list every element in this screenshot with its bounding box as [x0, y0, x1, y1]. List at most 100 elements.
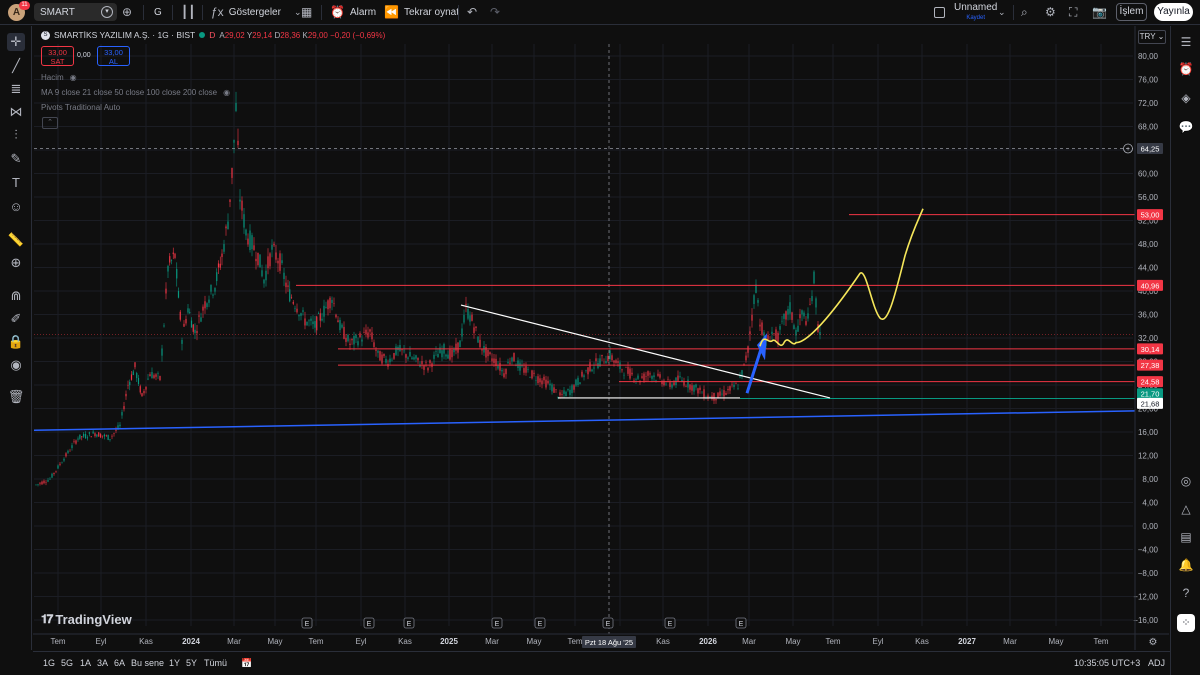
candle-body: [163, 325, 165, 327]
indicator-volume[interactable]: Hacim ◉: [41, 73, 77, 82]
candle-body: [55, 470, 57, 472]
candle-body: [417, 357, 419, 361]
currency-button[interactable]: TRY ⌄: [1138, 30, 1166, 44]
candle-body: [115, 429, 117, 431]
candle-body: [204, 301, 206, 309]
candle-body: [699, 387, 701, 390]
candle-body: [593, 367, 595, 369]
candle-body: [96, 434, 98, 437]
candle-body: [73, 441, 75, 442]
candle-body: [217, 263, 220, 268]
candle-body: [69, 450, 71, 452]
adj-toggle[interactable]: ADJ: [1148, 658, 1165, 668]
candle-body: [329, 297, 331, 309]
candle-body: [136, 373, 138, 379]
candle-body: [537, 376, 539, 384]
candle-body: [621, 369, 623, 371]
sell-price: 33,00: [48, 48, 67, 57]
buy-button[interactable]: 33,00 AL: [97, 46, 130, 66]
candle-body: [627, 366, 629, 374]
candle-body: [157, 373, 159, 374]
candle-body: [601, 354, 603, 357]
candle-body: [137, 377, 140, 385]
candle-body: [317, 313, 320, 315]
candle-body: [691, 385, 693, 391]
candle-body: [327, 300, 329, 310]
price-label: 24,58: [1141, 378, 1160, 387]
candle-body: [563, 390, 565, 394]
candle-body: [349, 343, 351, 345]
candle-body: [785, 311, 787, 320]
date-range-icon[interactable]: 📅: [241, 658, 252, 669]
range-ytd[interactable]: Bu sene: [131, 658, 164, 668]
y-tick-label: 72,00: [1138, 99, 1159, 108]
range-1m[interactable]: 1A: [80, 658, 91, 668]
candle-body: [283, 272, 285, 280]
range-all[interactable]: Tümü: [204, 658, 227, 668]
candle-body: [539, 378, 541, 383]
eye-icon[interactable]: ◉: [223, 88, 230, 97]
range-5d[interactable]: 5G: [61, 658, 73, 668]
candle-body: [333, 303, 335, 304]
candle-body: [701, 392, 703, 394]
range-6m[interactable]: 6A: [114, 658, 125, 668]
range-1d[interactable]: 1G: [43, 658, 55, 668]
sell-button[interactable]: 33,00 SAT: [41, 46, 74, 66]
candle-body: [141, 393, 143, 397]
x-tick-label: Kas: [139, 637, 153, 646]
collapse-legend-button[interactable]: ⌃: [42, 117, 58, 129]
candle-body: [569, 389, 571, 395]
candle-body: [300, 313, 302, 316]
candle-body: [577, 377, 579, 385]
candle-body: [321, 318, 323, 321]
earnings-marker-label: E: [739, 621, 744, 628]
x-tick-label: Kas: [656, 637, 670, 646]
candle-body: [373, 342, 375, 348]
buy-label: AL: [108, 57, 119, 66]
candle-body: [695, 384, 697, 388]
range-1y[interactable]: 1Y: [169, 658, 180, 668]
candle-body: [403, 350, 405, 352]
candle-body: [100, 434, 102, 438]
indicator-ma[interactable]: MA 9 close 21 close 50 close 100 close 2…: [41, 88, 230, 97]
range-5y[interactable]: 5Y: [186, 658, 197, 668]
candle-body: [541, 380, 543, 385]
candle-body: [429, 360, 431, 364]
candle-body: [655, 380, 657, 381]
candle-body: [312, 321, 314, 325]
candle-body: [149, 374, 151, 377]
candle-body: [607, 355, 609, 361]
indicator-pivots[interactable]: Pivots Traditional Auto: [41, 103, 120, 112]
price-chart[interactable]: 80,0076,0072,0068,0064,0060,0056,0052,00…: [0, 0, 1200, 675]
candle-body: [399, 345, 401, 352]
candle-body: [273, 243, 275, 246]
y-tick-label: −8,00: [1138, 569, 1159, 578]
x-tick-label: Eyl: [872, 637, 883, 646]
candle-body: [421, 361, 423, 364]
candle-body: [308, 320, 310, 322]
legend-title[interactable]: SMARTİKS YAZILIM A.Ş. · 1G · BIST: [54, 30, 195, 40]
plus-icon: +: [1126, 146, 1130, 153]
candle-body: [523, 368, 525, 373]
eye-icon[interactable]: ◉: [70, 73, 77, 82]
candle-body: [743, 363, 745, 365]
candle-body: [105, 435, 107, 436]
candle-body: [415, 355, 417, 359]
candle-body: [475, 326, 477, 329]
candle-body: [653, 375, 655, 378]
candle-body: [645, 376, 647, 377]
candle-body: [571, 385, 573, 394]
candle-body: [591, 369, 593, 372]
sell-label: SAT: [50, 57, 65, 66]
candle-body: [665, 383, 667, 385]
candle-body: [355, 334, 357, 339]
close-value: 29,00: [307, 30, 328, 40]
range-3m[interactable]: 3A: [97, 658, 108, 668]
candle-body: [441, 350, 443, 358]
candle-body: [749, 331, 751, 335]
candle-body: [316, 316, 318, 331]
chart-grid: [34, 44, 1133, 626]
candle-body: [210, 284, 212, 292]
price-label: 27,38: [1141, 361, 1160, 370]
clock[interactable]: 10:35:05 UTC+3: [1074, 658, 1140, 668]
